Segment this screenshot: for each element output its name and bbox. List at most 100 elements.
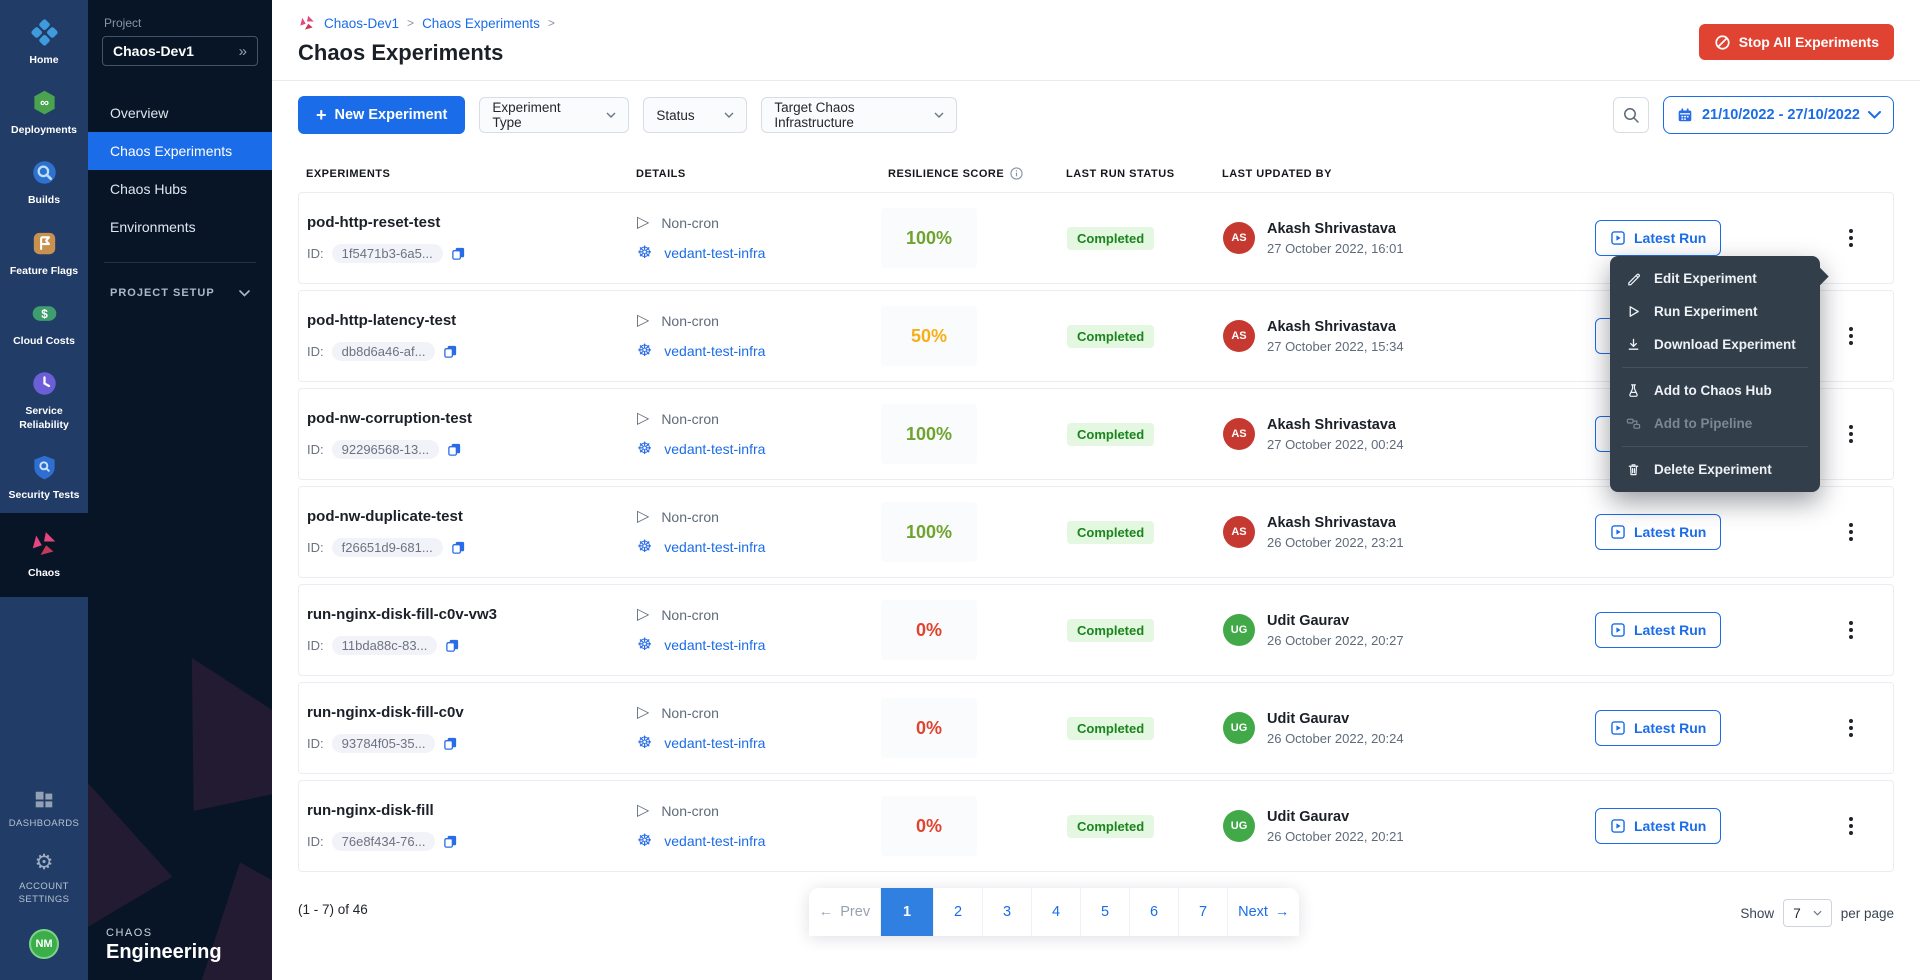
experiment-name[interactable]: pod-http-latency-test xyxy=(307,312,629,329)
prev-arrow-icon: ← xyxy=(819,904,834,920)
page-button-4[interactable]: 4 xyxy=(1032,888,1081,936)
page-button-2[interactable]: 2 xyxy=(934,888,983,936)
infrastructure-link[interactable]: vedant-test-infra xyxy=(664,245,765,261)
infrastructure-link[interactable]: vedant-test-infra xyxy=(664,343,765,359)
experiment-name[interactable]: run-nginx-disk-fill xyxy=(307,802,629,819)
user-avatar: NM xyxy=(29,929,59,959)
date-range-picker[interactable]: 21/10/2022 - 27/10/2022 xyxy=(1663,96,1894,134)
latest-run-button[interactable]: Latest Run xyxy=(1595,514,1721,550)
kebab-menu-icon[interactable] xyxy=(1841,417,1861,451)
rail-item-security-tests[interactable]: Security Tests xyxy=(0,443,88,513)
avatar: UG xyxy=(1223,712,1255,744)
page-button-3[interactable]: 3 xyxy=(983,888,1032,936)
latest-run-button[interactable]: Latest Run xyxy=(1595,808,1721,844)
rail-item-deployments[interactable]: ∞ Deployments xyxy=(0,78,88,148)
search-button[interactable] xyxy=(1613,97,1649,133)
avatar: UG xyxy=(1223,810,1255,842)
experiment-name[interactable]: run-nginx-disk-fill-c0v xyxy=(307,704,629,721)
chevron-down-icon xyxy=(606,112,616,118)
kebab-menu-icon[interactable] xyxy=(1841,711,1861,745)
infrastructure-link[interactable]: vedant-test-infra xyxy=(664,441,765,457)
status-badge: Completed xyxy=(1067,815,1154,838)
experiment-name[interactable]: run-nginx-disk-fill-c0v-vw3 xyxy=(307,606,629,623)
experiment-name[interactable]: pod-nw-corruption-test xyxy=(307,410,629,427)
resilience-score: 100% xyxy=(881,208,977,268)
menu-item-run-experiment[interactable]: Run Experiment xyxy=(1610,295,1820,328)
infrastructure-link[interactable]: vedant-test-infra xyxy=(664,833,765,849)
project-selector[interactable]: Chaos-Dev1 » xyxy=(102,36,258,66)
rail-item-profile[interactable]: NM xyxy=(0,918,88,970)
project-setup-section[interactable]: PROJECT SETUP xyxy=(88,279,272,307)
infrastructure-link[interactable]: vedant-test-infra xyxy=(664,637,765,653)
resilience-score: 0% xyxy=(881,600,977,660)
copy-icon[interactable] xyxy=(451,246,466,261)
page-button-6[interactable]: 6 xyxy=(1130,888,1179,936)
copy-icon[interactable] xyxy=(447,442,462,457)
latest-run-button[interactable]: Latest Run xyxy=(1595,710,1721,746)
sidebar-item-environments[interactable]: Environments xyxy=(88,208,272,246)
pipeline-icon xyxy=(1626,416,1641,431)
sidebar-item-chaos-experiments[interactable]: Chaos Experiments xyxy=(88,132,272,170)
copy-icon[interactable] xyxy=(443,344,458,359)
menu-item-download-experiment[interactable]: Download Experiment xyxy=(1610,328,1820,361)
kubernetes-icon: ☸ xyxy=(637,440,652,457)
menu-item-delete-experiment[interactable]: Delete Experiment xyxy=(1610,453,1820,486)
page-button-5[interactable]: 5 xyxy=(1081,888,1130,936)
prev-page-button[interactable]: ←Prev xyxy=(809,888,881,936)
latest-run-button[interactable]: Latest Run xyxy=(1595,612,1721,648)
experiment-type-filter[interactable]: Experiment Type xyxy=(479,97,629,133)
info-icon[interactable] xyxy=(1010,167,1023,180)
kebab-menu-icon[interactable] xyxy=(1841,809,1861,843)
chaos-hub-icon xyxy=(1626,383,1641,398)
kebab-menu-icon[interactable] xyxy=(1841,221,1861,255)
copy-icon[interactable] xyxy=(445,638,460,653)
rail-item-service-reliability[interactable]: Service Reliability xyxy=(0,359,88,443)
rail-item-account-settings[interactable]: ⚙ ACCOUNT SETTINGS xyxy=(0,841,88,918)
page-size-select[interactable]: 7 xyxy=(1783,899,1832,927)
pagination: (1 - 7) of 46 ←Prev 1 2 3 4 5 6 7 Next→ … xyxy=(272,872,1920,936)
latest-run-button[interactable]: Latest Run xyxy=(1595,220,1721,256)
status-filter[interactable]: Status xyxy=(643,97,747,133)
rail-item-dashboards[interactable]: DASHBOARDS xyxy=(0,778,88,842)
kebab-menu-icon[interactable] xyxy=(1841,515,1861,549)
kebab-menu-icon[interactable] xyxy=(1841,319,1861,353)
experiment-name[interactable]: pod-nw-duplicate-test xyxy=(307,508,629,525)
experiment-id: db8d6a46-af... xyxy=(332,342,436,361)
new-experiment-button[interactable]: + New Experiment xyxy=(298,96,465,134)
rail-item-chaos[interactable]: Chaos xyxy=(0,513,88,596)
infrastructure-link[interactable]: vedant-test-infra xyxy=(664,735,765,751)
next-page-button[interactable]: Next→ xyxy=(1228,888,1299,936)
cron-type: Non-cron xyxy=(661,411,719,427)
breadcrumb-link-project[interactable]: Chaos-Dev1 xyxy=(324,16,399,31)
copy-icon[interactable] xyxy=(443,834,458,849)
pagination-pages: ←Prev 1 2 3 4 5 6 7 Next→ xyxy=(809,888,1300,936)
stop-all-experiments-button[interactable]: Stop All Experiments xyxy=(1699,24,1894,60)
copy-icon[interactable] xyxy=(451,540,466,555)
menu-item-add-to-chaos-hub[interactable]: Add to Chaos Hub xyxy=(1610,374,1820,407)
rail-item-feature-flags[interactable]: Feature Flags xyxy=(0,219,88,289)
play-icon: ▷ xyxy=(637,313,649,329)
page-button-7[interactable]: 7 xyxy=(1179,888,1228,936)
page-button-1[interactable]: 1 xyxy=(881,888,934,936)
rail-item-cloud-costs[interactable]: $ Cloud Costs xyxy=(0,289,88,359)
kebab-menu-icon[interactable] xyxy=(1841,613,1861,647)
menu-item-add-to-pipeline[interactable]: Add to Pipeline xyxy=(1610,407,1820,440)
rail-item-home[interactable]: Home xyxy=(0,8,88,78)
experiment-name[interactable]: pod-http-reset-test xyxy=(307,214,629,231)
copy-icon[interactable] xyxy=(443,736,458,751)
sidebar-item-overview[interactable]: Overview xyxy=(88,94,272,132)
chevron-down-icon xyxy=(1813,910,1822,916)
table-row: run-nginx-disk-fill-c0v-vw3 ID:11bda88c-… xyxy=(298,584,1894,676)
sidebar-item-chaos-hubs[interactable]: Chaos Hubs xyxy=(88,170,272,208)
infrastructure-link[interactable]: vedant-test-infra xyxy=(664,539,765,555)
home-icon xyxy=(31,19,58,46)
resilience-score: 100% xyxy=(881,404,977,464)
builds-icon xyxy=(31,159,58,186)
target-infrastructure-filter[interactable]: Target Chaos Infrastructure xyxy=(761,97,957,133)
page-header: Chaos Experiments xyxy=(272,32,1920,81)
rail-item-builds[interactable]: Builds xyxy=(0,148,88,218)
table-header: EXPERIMENTS DETAILS RESILIENCE SCORE LAS… xyxy=(298,151,1894,192)
menu-item-edit-experiment[interactable]: Edit Experiment xyxy=(1610,262,1820,295)
breadcrumb-link-chaos-experiments[interactable]: Chaos Experiments xyxy=(422,16,540,31)
chevron-down-icon xyxy=(724,112,734,118)
